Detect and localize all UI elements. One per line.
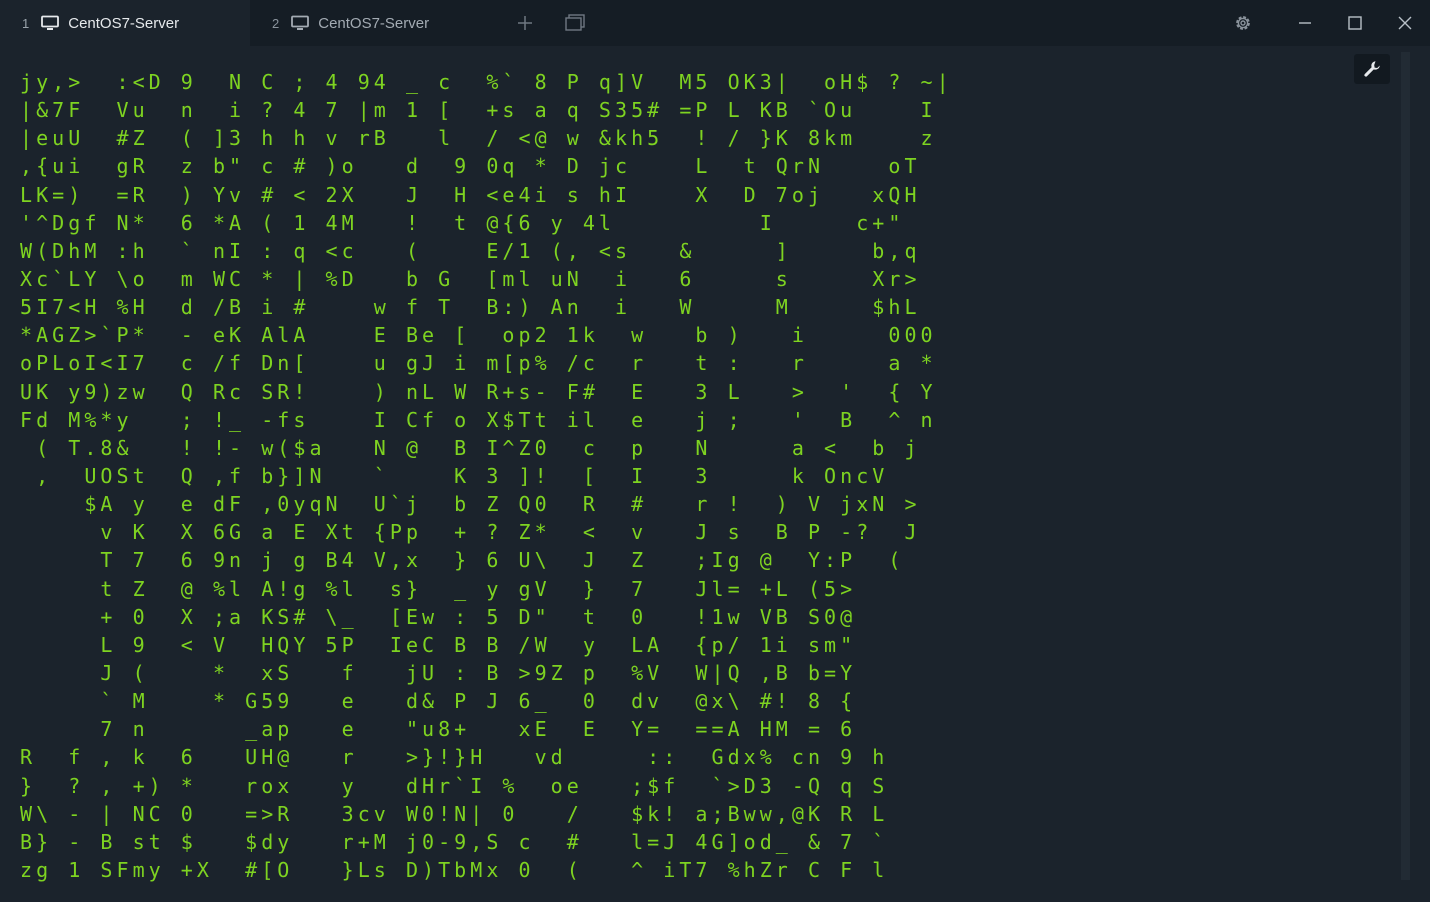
terminal-line: LK=) =R ) Yv # < 2X J H <e4i s hI X D 7o… bbox=[20, 182, 921, 207]
new-tab-button[interactable] bbox=[502, 0, 548, 46]
terminal-line: } ? , +) * rox y dHr`I % oe ;$f `>D3 -Q … bbox=[20, 773, 889, 798]
maximize-icon bbox=[1348, 16, 1362, 30]
tab-centos7-server-1[interactable]: 1 CentOS7-Server bbox=[0, 0, 250, 46]
terminal-line: |euU #Z ( ]3 h h v rB l / <@ w &kh5 ! / … bbox=[20, 126, 937, 151]
terminal-line: *AGZ>`P* - eK AlA E Be [ op2 1k w b ) i … bbox=[20, 323, 937, 348]
tab-number: 2 bbox=[272, 15, 280, 31]
terminal-line: J ( * xS f jU : B >9Z p %V W|Q ,B b=Y bbox=[20, 660, 857, 685]
wrench-icon bbox=[1364, 61, 1380, 77]
tab-bar: 1 CentOS7-Server 2 CentOS7-Server bbox=[0, 0, 1430, 46]
terminal-line: |&7F Vu n i ? 4 7 |m 1 [ +s a q S35# =P … bbox=[20, 98, 937, 123]
terminal-line: 5I7<H %H d /B i # w f T B:) An i W M $hL bbox=[20, 295, 921, 320]
terminal-line: UK y9)zw Q Rc SR! ) nL W R+s- F# E 3 L >… bbox=[20, 379, 937, 404]
terminal-line: 7 n _ap e "u8+ xE E Y= ==A HM = 6 bbox=[20, 717, 857, 742]
gear-icon bbox=[1236, 16, 1250, 30]
plus-icon bbox=[518, 16, 532, 30]
terminal-line: $A y e dF ,0yqN U`j b Z Q0 R # r ! ) V j… bbox=[20, 492, 921, 517]
terminal-line: + 0 X ;a KS# \_ [Ew : 5 D" t 0 !1w VB S0… bbox=[20, 604, 857, 629]
terminal-tools-button[interactable] bbox=[1354, 54, 1390, 84]
terminal-pane[interactable]: jy,> :<D 9 N C ; 4 94 _ c %` 8 P q]V M5 … bbox=[0, 46, 1430, 902]
terminal-line: jy,> :<D 9 N C ; 4 94 _ c %` 8 P q]V M5 … bbox=[20, 70, 953, 94]
minimize-button[interactable] bbox=[1282, 0, 1328, 46]
tab-centos7-server-2[interactable]: 2 CentOS7-Server bbox=[250, 0, 500, 46]
terminal-scrollbar[interactable] bbox=[1401, 52, 1410, 880]
terminal-line: L 9 < V HQY 5P IeC B B /W y LA {p/ 1i sm… bbox=[20, 632, 857, 657]
terminal-line: T 7 6 9n j g B4 V,x } 6 U\ J Z ;Ig @ Y:P… bbox=[20, 548, 905, 573]
tab-title: CentOS7-Server bbox=[68, 14, 180, 32]
tab-title: CentOS7-Server bbox=[318, 14, 430, 32]
terminal-output: jy,> :<D 9 N C ; 4 94 _ c %` 8 P q]V M5 … bbox=[20, 68, 1410, 884]
terminal-line: v K X 6G a E Xt {Pp + ? Z* < v J s B P -… bbox=[20, 520, 921, 545]
terminal-line: zg 1 SFmy +X #[O }Ls D)TbMx 0 ( ^ iT7 %h… bbox=[20, 857, 889, 882]
tab-overview-button[interactable] bbox=[552, 0, 598, 46]
terminal-line: ,{ui gR z b" c # )o d 9 0q * D jc L t Qr… bbox=[20, 154, 921, 179]
terminal-line: ` M * G59 e d& P J 6_ 0 dv @x\ #! 8 { bbox=[20, 689, 857, 714]
terminal-line: Xc`LY \o m WC * | %D b G [ml uN i 6 s Xr… bbox=[20, 266, 921, 291]
terminal-line: , UOSt Q ,f b}]N ` K 3 ]! [ I 3 k OncV bbox=[20, 463, 889, 488]
settings-button[interactable] bbox=[1220, 0, 1266, 46]
window-stack-icon bbox=[565, 14, 585, 31]
terminal-line: oPLoI<I7 c /f Dn[ u gJ i m[p% /c r t : r… bbox=[20, 351, 937, 376]
monitor-icon bbox=[41, 15, 60, 30]
terminal-line: t Z @ %l A!g %l s} _ y gV } 7 Jl= +L (5> bbox=[20, 576, 857, 601]
terminal-line: W(DhM :h ` nI : q <c ( E/1 (, <s & ] b,q bbox=[20, 238, 921, 263]
close-icon bbox=[1398, 16, 1412, 30]
minimize-icon bbox=[1299, 22, 1311, 24]
terminal-line: W\ - | NC 0 =>R 3cv W0!N| 0 / $k! a;Bww,… bbox=[20, 801, 889, 826]
terminal-line: R f , k 6 UH@ r >}!}H vd :: Gdx% cn 9 h bbox=[20, 745, 889, 770]
terminal-line: '^Dgf N* 6 *A ( 1 4M ! t @{6 y 4l I c+" bbox=[20, 210, 905, 235]
terminal-line: Fd M%*y ; !_ -fs I Cf o X$Tt il e j ; ' … bbox=[20, 407, 937, 432]
terminal-line: ( T.8& ! !- w($a N @ B I^Z0 c p N a < b … bbox=[20, 435, 921, 460]
terminal-line: B} - B st $ $dy r+M j0-9,S c # l=J 4G]od… bbox=[20, 829, 889, 854]
monitor-icon bbox=[291, 15, 310, 30]
tab-number: 1 bbox=[22, 15, 30, 31]
close-button[interactable] bbox=[1382, 0, 1428, 46]
maximize-button[interactable] bbox=[1332, 0, 1378, 46]
